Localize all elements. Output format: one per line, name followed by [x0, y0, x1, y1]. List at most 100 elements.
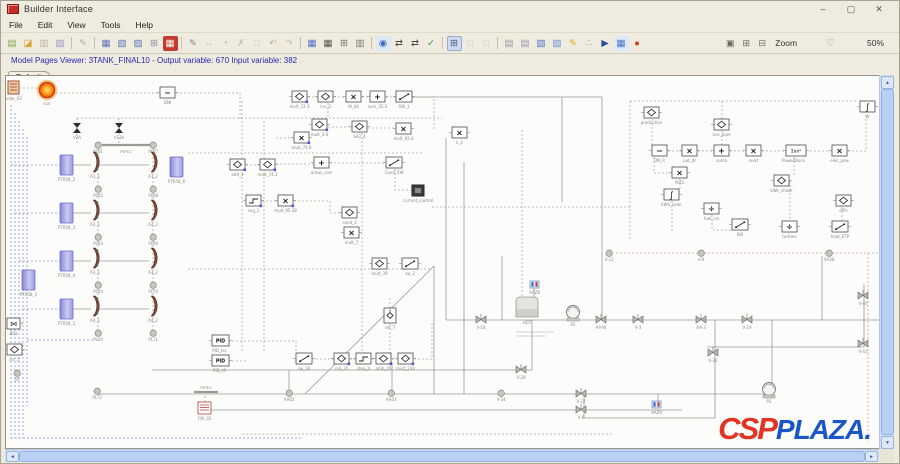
- diagram-block-coll[interactable]: PTR58_1: [20, 270, 38, 297]
- window-layers-icon[interactable]: ▨: [131, 36, 146, 51]
- diagram-block-diam[interactable]: effic: [833, 195, 854, 213]
- link-in-icon[interactable]: ⇄: [392, 36, 407, 51]
- library2-icon[interactable]: ▨: [550, 36, 565, 51]
- edit-tools-icon[interactable]: ✎: [76, 36, 91, 51]
- diagram-block-joint[interactable]: PL64: [93, 282, 103, 294]
- menu-item-edit[interactable]: Edit: [38, 20, 53, 30]
- diagram-block-diam[interactable]: mult_39: [369, 258, 390, 276]
- diagram-block-const[interactable]: −DNI: [157, 87, 178, 105]
- menu-item-help[interactable]: Help: [135, 20, 152, 30]
- diagram-block-diam[interactable]: production: [641, 107, 663, 125]
- menu-item-file[interactable]: File: [9, 20, 23, 30]
- diagram-block-diam[interactable]: inv_3: [315, 91, 336, 109]
- close-button[interactable]: ✕: [865, 2, 893, 16]
- diagram-block-bvalve[interactable]: V-28: [516, 364, 526, 380]
- diagram-block-integ[interactable]: ∫kWh_solar: [661, 189, 682, 207]
- diagram-block-hvalve[interactable]: V13A: [114, 123, 125, 140]
- diagram-block-mult[interactable]: ×mult_74.6: [291, 132, 312, 150]
- scroll-down-button[interactable]: ▼: [881, 436, 894, 449]
- diagram-block-coll[interactable]: PTR58_2: [58, 155, 76, 182]
- diagram-block-bvalve[interactable]: V-40: [858, 290, 868, 306]
- diagram-block-joint[interactable]: AA03: [386, 390, 397, 402]
- diagram-block-mirror[interactable]: A4_1: [90, 296, 100, 323]
- zoom-value[interactable]: 50%: [854, 38, 884, 48]
- blank-page-icon[interactable]: □: [250, 36, 265, 51]
- vertical-scrollbar[interactable]: ▲ ▼: [879, 75, 894, 449]
- validate-icon[interactable]: ✓: [424, 36, 439, 51]
- molecule-icon[interactable]: ∴: [582, 36, 597, 51]
- diagram-block-diam[interactable]: amb_26: [373, 353, 394, 371]
- diagram-block-div[interactable]: ÷turbine: [779, 221, 800, 239]
- diagram-block-bvalve[interactable]: V-3: [633, 314, 643, 330]
- window-mini-icon[interactable]: ⊞: [147, 36, 162, 51]
- window-tile-icon[interactable]: ▧: [115, 36, 130, 51]
- horizontal-scrollbar[interactable]: ◄ ►: [5, 449, 879, 462]
- diagram-block-mult[interactable]: ×mult_95.38: [274, 195, 297, 213]
- diagram-block-step[interactable]: seg_1: [243, 195, 264, 213]
- diagram-block-switch[interactable]: heat_ETP: [829, 221, 851, 239]
- pen-icon[interactable]: ✎: [186, 36, 201, 51]
- diagram-block-diam[interactable]: src_1: [6, 344, 25, 362]
- diagram-block-bvalve[interactable]: V-18: [476, 314, 486, 330]
- menu-item-view[interactable]: View: [67, 20, 85, 30]
- diagram-block-add[interactable]: +suma: [711, 145, 732, 163]
- scroll-up-button[interactable]: ▲: [881, 76, 894, 89]
- diagram-block-bvalve[interactable]: AA-3: [696, 314, 706, 330]
- diagram-block-coll[interactable]: PTR58_4: [58, 251, 76, 278]
- diagram-block-sun[interactable]: sun: [38, 81, 57, 107]
- diagram-block-joint[interactable]: V-12: [605, 250, 614, 262]
- undo-icon[interactable]: ↶: [266, 36, 281, 51]
- minimize-button[interactable]: –: [809, 2, 837, 16]
- diagram-block-diam[interactable]: rad_35: [331, 353, 352, 371]
- scroll-right-button[interactable]: ►: [865, 451, 878, 462]
- library-icon[interactable]: ▧: [534, 36, 549, 51]
- diagram-block-mirror[interactable]: A2_1: [90, 200, 100, 227]
- diagram-block-bvalve[interactable]: V-19: [742, 314, 752, 330]
- diagram-block-diam[interactable]: kWe_check: [770, 175, 793, 193]
- diagram-block-joint[interactable]: AA28: [824, 250, 835, 262]
- diagram-block-mult[interactable]: ×mult_92.4: [393, 123, 414, 141]
- marker-icon[interactable]: ✎: [566, 36, 581, 51]
- vertical-scroll-thumb[interactable]: [881, 89, 894, 435]
- diagram-block-joint[interactable]: PL71: [148, 330, 158, 342]
- window-cascade-icon[interactable]: ▦: [99, 36, 114, 51]
- menu-item-tools[interactable]: Tools: [101, 20, 121, 30]
- diagram-block-dark[interactable]: current_control: [403, 185, 433, 203]
- diagram-block-switch[interactable]: Cond_SW: [383, 157, 405, 175]
- zoom-fit-icon[interactable]: ⊞: [739, 36, 754, 51]
- diagram-block-hvalve[interactable]: V2A: [73, 123, 81, 140]
- diagram-canvas[interactable]: solar_02sun−DNIV2AV13APL61PL67PTR58_2A1_…: [5, 75, 879, 449]
- diagram-block-switch[interactable]: sw_36: [293, 353, 315, 371]
- delete-icon[interactable]: ✗: [234, 36, 249, 51]
- diagram-block-sum[interactable]: Σax²PowerBlock: [782, 145, 809, 163]
- move-icon[interactable]: ↔: [202, 36, 217, 51]
- diagram-block-mult[interactable]: ×mult_7: [341, 227, 362, 245]
- diagram-block-add[interactable]: +sum_35.3: [367, 91, 388, 109]
- diagram-block-joint[interactable]: PL63: [93, 234, 103, 246]
- diagram-block-coll[interactable]: PTR58_3: [58, 203, 76, 230]
- diagram-block-mult[interactable]: ×Pot3: [669, 167, 690, 185]
- diagram-block-fw[interactable]: FW_02: [198, 402, 212, 421]
- diagram-block-joint[interactable]: PL65: [93, 330, 103, 342]
- diagram-block-switch[interactable]: sw_2: [399, 258, 421, 276]
- diagram-block-mult[interactable]: ×pot_W: [679, 145, 700, 163]
- diagram-block-mirror[interactable]: A3_1: [90, 248, 100, 275]
- info-icon[interactable]: ◉: [376, 36, 391, 51]
- horizontal-scroll-thumb[interactable]: [19, 451, 865, 462]
- diagram-block-vdiam[interactable]: set_T: [384, 308, 396, 330]
- diagram-block-integ[interactable]: ∫W: [857, 101, 878, 119]
- diagram-block-joint[interactable]: PL69: [148, 234, 158, 246]
- zoom-actual-icon[interactable]: ▣: [723, 36, 738, 51]
- diagram-block-switch[interactable]: SW_1: [393, 91, 415, 109]
- diagram-block-joint[interactable]: PL62: [93, 186, 103, 198]
- stop-icon[interactable]: ●: [630, 36, 645, 51]
- ghost-b-icon[interactable]: □: [479, 36, 494, 51]
- diagram-block-joint[interactable]: J0: [14, 370, 20, 382]
- lens-icon[interactable]: ♡: [826, 38, 835, 49]
- diagram-block-step[interactable]: step_4: [353, 353, 374, 371]
- diagram-block-pid[interactable]: PIDPID_tsc: [209, 335, 232, 353]
- run-icon[interactable]: ▶: [598, 36, 613, 51]
- diagram-block-bvalve[interactable]: AA-W: [596, 314, 607, 330]
- diagram-block-diam[interactable]: add_3: [227, 159, 248, 177]
- diagram-block-pump[interactable]: P2: [567, 306, 580, 328]
